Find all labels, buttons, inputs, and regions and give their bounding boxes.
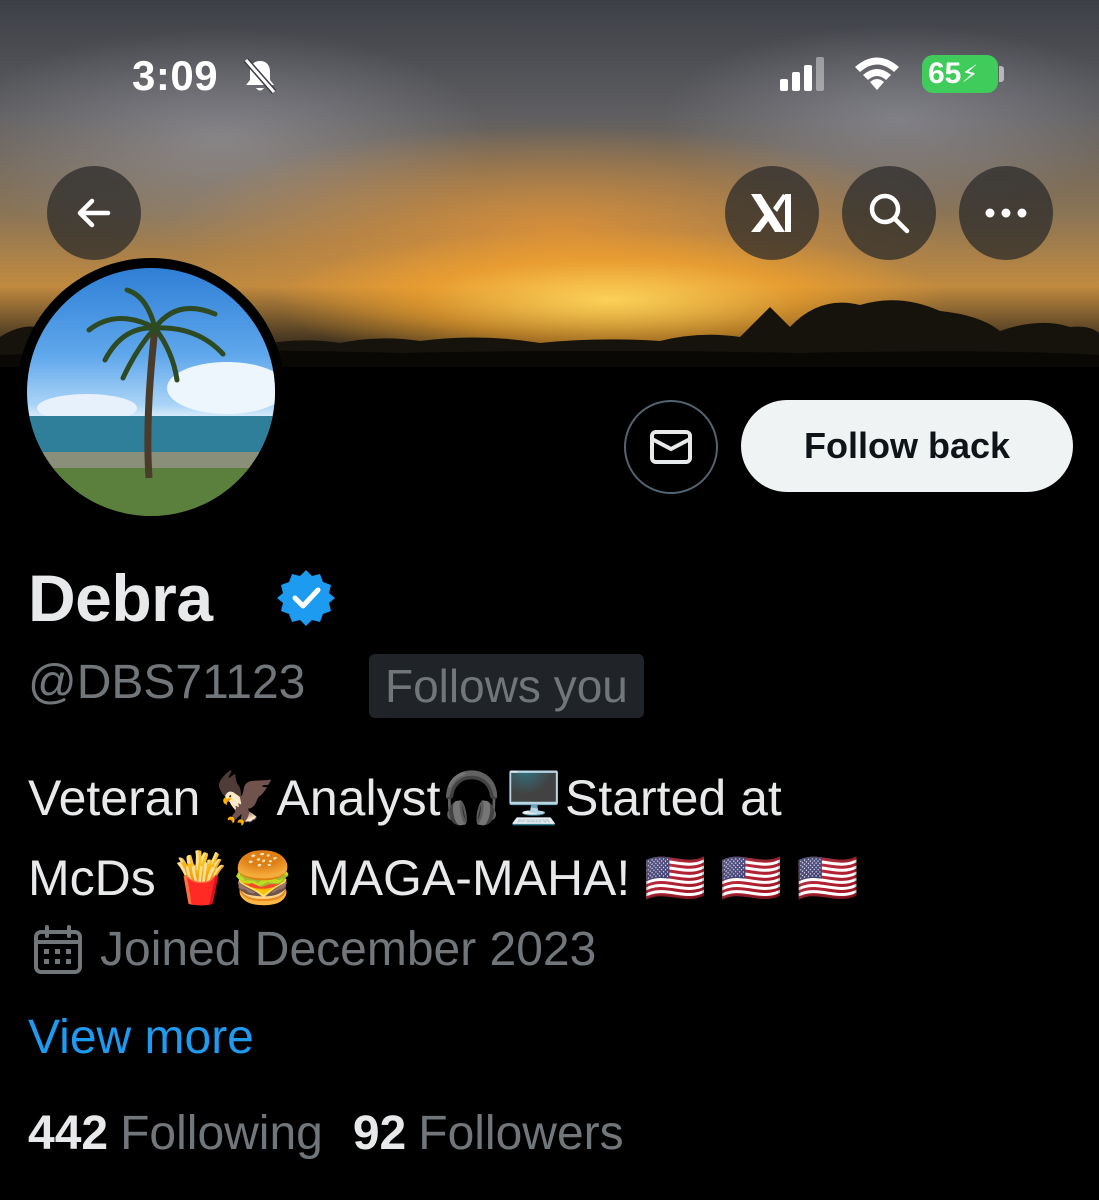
wifi-icon [855, 57, 899, 90]
avatar-image [27, 268, 275, 516]
more-options-button[interactable] [959, 166, 1053, 260]
follow-back-button[interactable]: Follow back [741, 400, 1073, 492]
verified-badge-icon[interactable] [274, 566, 338, 630]
battery-indicator: 65 ⚡ [922, 55, 998, 93]
joined-date: Joined December 2023 [100, 923, 597, 976]
follows-you-badge: Follows you [369, 654, 644, 718]
calendar-icon [34, 924, 82, 974]
palm-tree-photo [27, 287, 275, 516]
battery-level: 65 [928, 57, 962, 90]
battery-cap [999, 66, 1004, 82]
bell-slash-icon [243, 58, 277, 94]
follow-stats: 442 Following 92 Followers [28, 1106, 624, 1161]
followers-label: Followers [418, 1107, 624, 1160]
bio-line-2: McDs 🍟🍔 MAGA-MAHA! 🇺🇸 🇺🇸 🇺🇸 [28, 850, 859, 906]
view-more-link[interactable]: View more [28, 1010, 254, 1065]
following-label: Following [120, 1107, 323, 1160]
status-time: 3:09 [132, 52, 219, 99]
profile-bio: Veteran 🦅Analyst🎧🖥️Started at McDs 🍟🍔 MA… [28, 758, 1078, 918]
followers-count: 92 [352, 1107, 407, 1160]
grok-button[interactable] [725, 166, 819, 260]
more-horizontal-icon [985, 208, 1027, 218]
grok-icon [751, 194, 791, 232]
display-name: Debra [28, 561, 213, 635]
search-button[interactable] [842, 166, 936, 260]
following-count: 442 [28, 1107, 109, 1160]
signal-icon [780, 57, 824, 91]
back-button[interactable] [47, 166, 141, 260]
user-handle: @DBS71123 [28, 656, 306, 709]
search-icon [869, 193, 910, 234]
arrow-left-icon [77, 198, 111, 228]
message-button[interactable] [624, 400, 718, 494]
joined-date-row: Joined December 2023 [32, 922, 596, 977]
envelope-icon [650, 430, 692, 464]
battery-charging-icon: ⚡ [961, 60, 979, 88]
following-stat[interactable]: 442 Following [28, 1106, 323, 1161]
followers-stat[interactable]: 92 Followers [353, 1106, 624, 1161]
avatar[interactable] [17, 258, 285, 526]
bio-line-1: Veteran 🦅Analyst🎧🖥️Started at [28, 770, 782, 826]
